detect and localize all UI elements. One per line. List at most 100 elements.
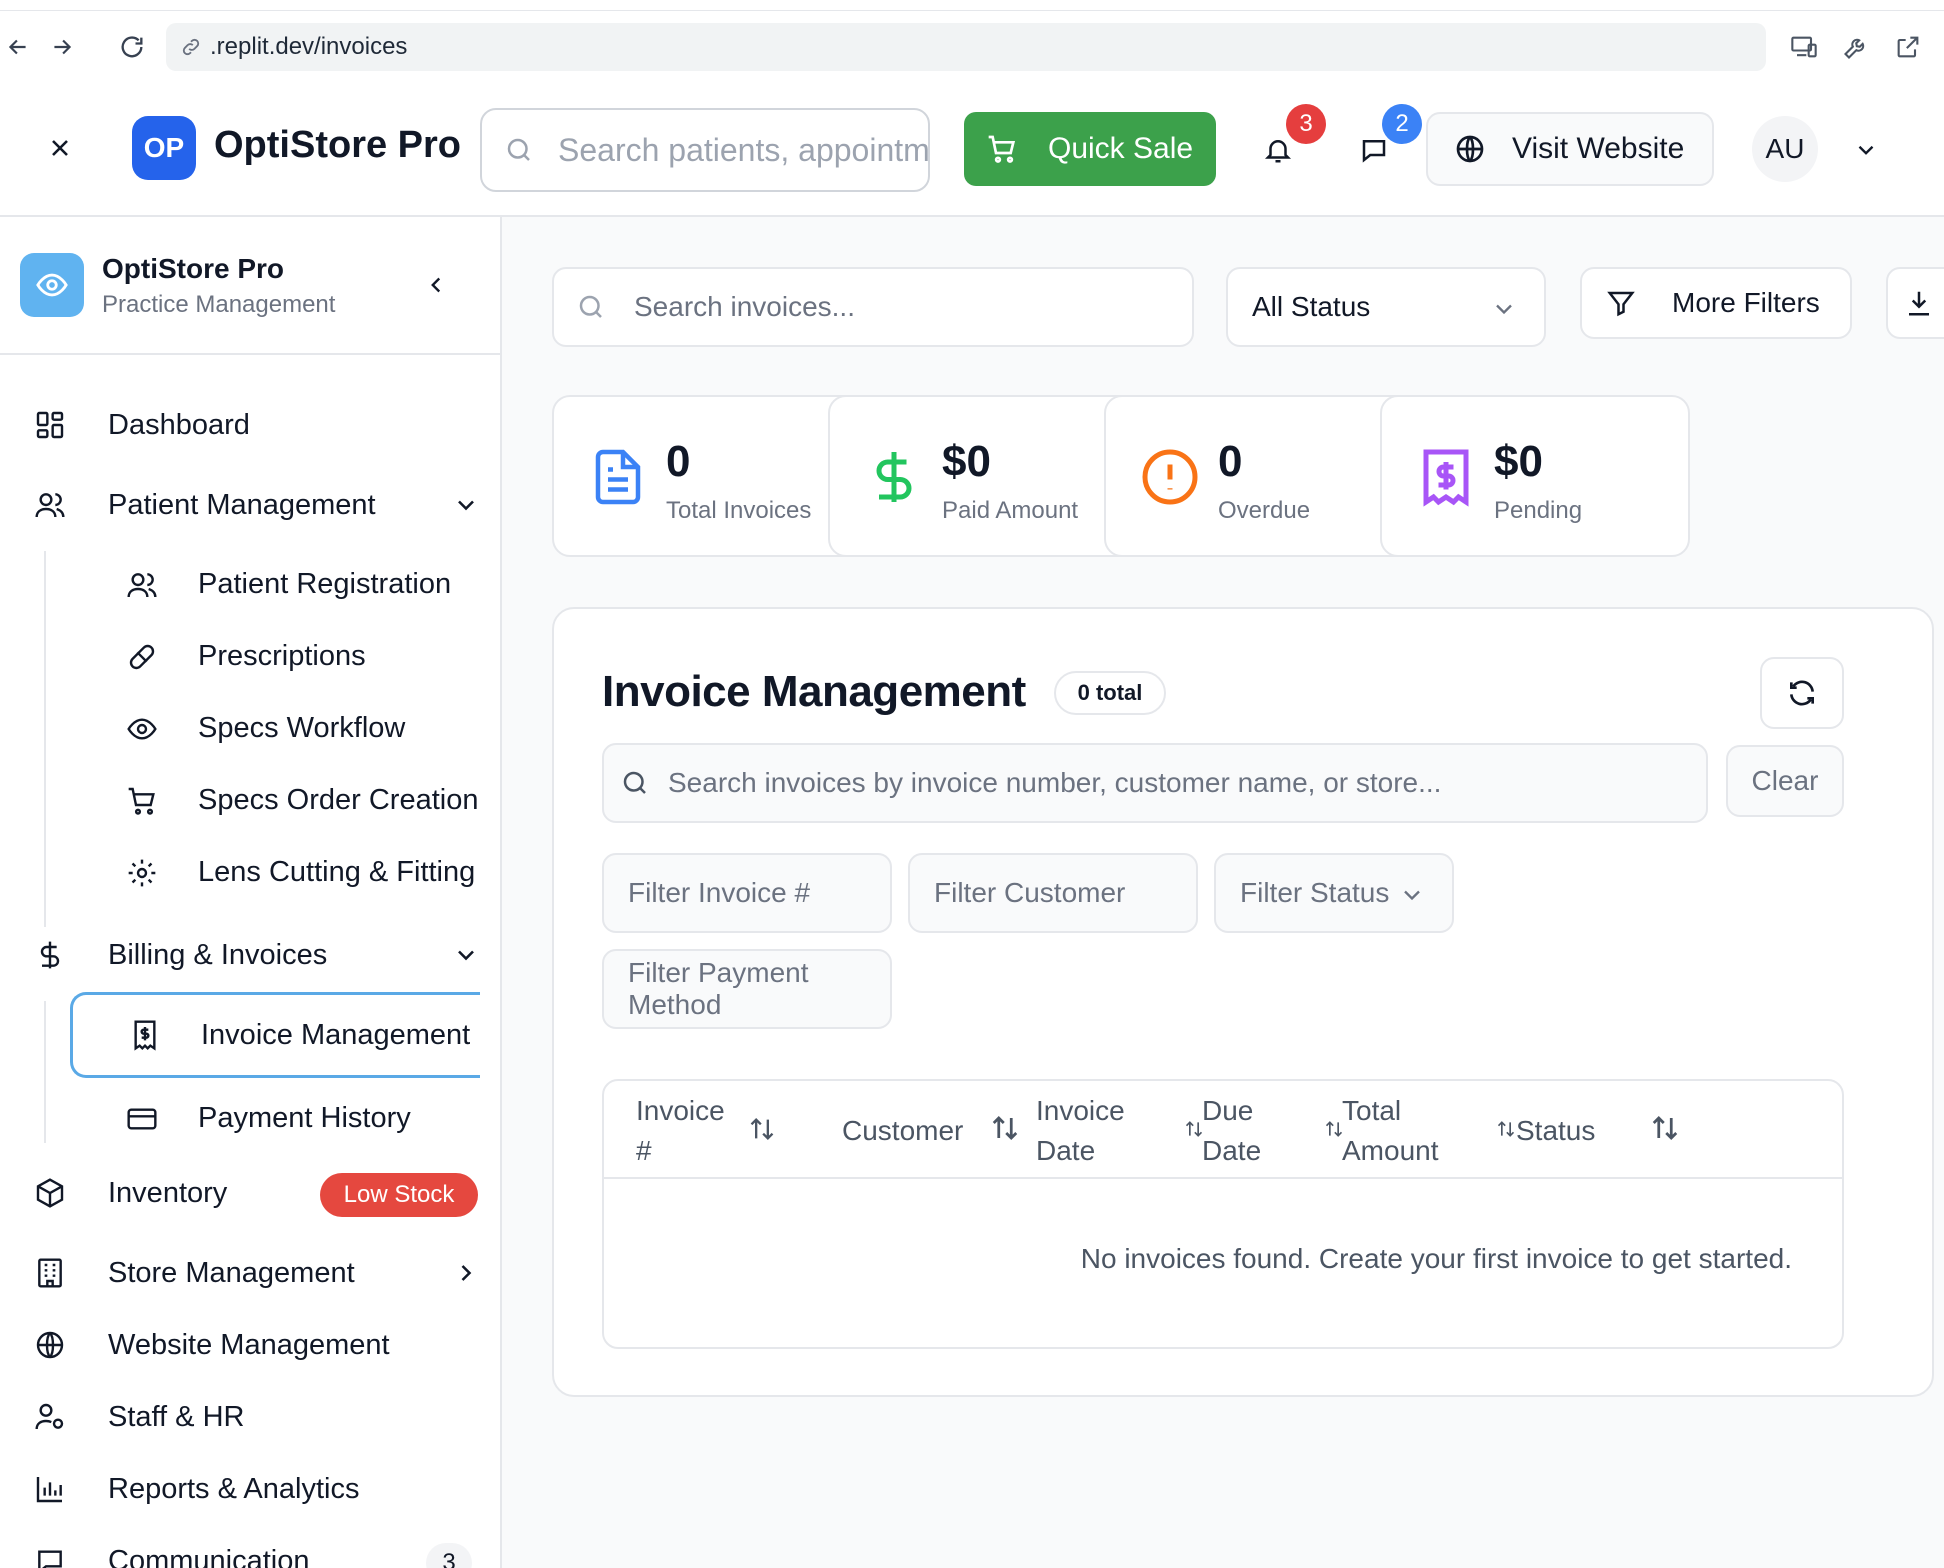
chevron-left-icon[interactable] — [418, 267, 454, 303]
sort-icon[interactable] — [748, 1115, 776, 1143]
sidebar-item-payment-history[interactable]: Payment History — [70, 1087, 480, 1151]
download-icon — [1909, 291, 1929, 316]
quick-sale-button[interactable]: Quick Sale — [964, 112, 1216, 186]
refresh-icon — [1790, 680, 1814, 706]
credit-card-icon — [127, 1108, 157, 1130]
devices-icon[interactable] — [1786, 29, 1822, 65]
chevron-down-icon — [458, 500, 474, 511]
column-label: Invoice — [1036, 1095, 1125, 1126]
column-header-status[interactable]: Status — [1516, 1111, 1595, 1151]
chevron-right-icon — [461, 1265, 472, 1281]
filter-invoice-input[interactable]: Filter Invoice # — [602, 853, 892, 933]
sidebar-item-inventory[interactable]: Inventory Low Stock — [0, 1161, 490, 1225]
sidebar-item-label: Payment History — [198, 1102, 411, 1134]
receipt-icon — [134, 1020, 156, 1051]
empty-state-message: No invoices found. Create your first inv… — [1080, 1243, 1792, 1274]
browser-toolbar: .replit.dev/invoices — [0, 10, 1944, 82]
message-icon — [38, 1550, 62, 1568]
sidebar-item-communication[interactable]: Communication 3 — [0, 1529, 490, 1568]
filter-status-select[interactable]: Filter Status — [1214, 853, 1454, 933]
column-header-invoice-date[interactable]: Invoice Date — [1036, 1091, 1125, 1171]
chevron-down-icon — [458, 950, 474, 961]
download-button[interactable] — [1886, 267, 1944, 339]
building-icon — [38, 1258, 62, 1288]
chevron-down-icon[interactable] — [1848, 132, 1884, 168]
sidebar-item-label: Dashboard — [108, 408, 250, 441]
clear-button[interactable]: Clear — [1726, 745, 1844, 817]
visit-website-button[interactable]: Visit Website — [1426, 112, 1714, 186]
sidebar-item-patient-management[interactable]: Patient Management — [0, 473, 490, 537]
sidebar-item-specs-workflow[interactable]: Specs Workflow — [70, 697, 480, 761]
refresh-button[interactable] — [1760, 657, 1844, 729]
sidebar-item-label: Billing & Invoices — [108, 938, 328, 971]
sort-icon[interactable] — [1650, 1113, 1680, 1143]
sidebar-item-specs-order-creation[interactable]: Specs Order Creation — [70, 769, 480, 833]
filter-customer-input[interactable]: Filter Customer — [908, 853, 1198, 933]
sidebar-item-label: Invoice Management — [201, 1019, 471, 1051]
sidebar-item-reports-analytics[interactable]: Reports & Analytics — [0, 1457, 490, 1521]
receipt-icon — [1423, 449, 1469, 507]
sidebar-item-label: Staff & HR — [108, 1400, 245, 1433]
sidebar-item-lens-cutting[interactable]: Lens Cutting & Fitting — [70, 841, 480, 905]
global-search-placeholder: Search patients, appointments... — [558, 131, 930, 168]
user-avatar[interactable]: AU — [1752, 116, 1818, 182]
sidebar-item-staff-hr[interactable]: Staff & HR — [0, 1385, 490, 1449]
dollar-icon — [876, 452, 912, 502]
sort-icon[interactable] — [1496, 1119, 1516, 1139]
search-icon — [507, 138, 530, 161]
file-text-icon — [595, 449, 641, 505]
app-header: OP OptiStore Pro Search patients, appoin… — [0, 82, 1944, 217]
stat-caption: Overdue — [1218, 497, 1311, 524]
sidebar-item-prescriptions[interactable]: Prescriptions — [70, 625, 480, 689]
invoice-search-input[interactable]: Search invoices... — [552, 267, 1194, 347]
column-label: Status — [1516, 1115, 1596, 1146]
stat-caption: Paid Amount — [942, 497, 1079, 524]
status-select[interactable]: All Status — [1226, 267, 1546, 347]
sort-icon[interactable] — [990, 1113, 1020, 1143]
url-bar[interactable]: .replit.dev/invoices — [166, 23, 1766, 71]
package-icon — [36, 1178, 64, 1208]
dashboard-icon — [36, 411, 64, 439]
submenu-line — [44, 1001, 46, 1143]
sidebar-item-dashboard[interactable]: Dashboard — [0, 393, 490, 457]
global-search-input[interactable]: Search patients, appointments... — [480, 108, 930, 192]
stat-caption: Pending — [1494, 497, 1583, 524]
column-label: Date — [1036, 1135, 1096, 1166]
panel-search-input[interactable]: Search invoices by invoice number, custo… — [602, 743, 1708, 823]
notifications-badge: 3 — [1286, 104, 1326, 144]
main-content: Search invoices... All Status More Filte… — [502, 217, 1944, 1568]
more-filters-button[interactable]: More Filters — [1580, 267, 1852, 339]
column-header-total-amount[interactable]: Total Amount — [1342, 1091, 1439, 1171]
filter-payment-placeholder: Filter Payment Method — [628, 957, 809, 1020]
filter-status-placeholder: Filter Status — [1240, 877, 1390, 908]
back-icon[interactable] — [0, 29, 36, 65]
open-external-icon[interactable] — [1890, 29, 1926, 65]
sidebar-item-billing-invoices[interactable]: Billing & Invoices — [0, 923, 490, 987]
sidebar-brand-title: OptiStore Pro — [102, 253, 285, 284]
sidebar-brand: OptiStore Pro Practice Management — [0, 217, 500, 355]
sidebar-item-patient-registration[interactable]: Patient Registration — [70, 553, 480, 617]
link-icon — [182, 38, 200, 56]
wrench-icon[interactable] — [1838, 29, 1874, 65]
close-icon[interactable] — [40, 128, 80, 168]
reload-icon[interactable] — [114, 29, 150, 65]
sidebar-item-store-management[interactable]: Store Management — [0, 1241, 490, 1305]
column-label: Date — [1202, 1135, 1262, 1166]
forward-icon[interactable] — [44, 29, 80, 65]
column-header-invoice[interactable]: Invoice # — [636, 1091, 725, 1171]
panel-search-placeholder: Search invoices by invoice number, custo… — [668, 767, 1442, 798]
status-select-value: All Status — [1252, 291, 1371, 322]
sidebar-item-label: Communication — [108, 1544, 310, 1568]
sidebar-item-invoice-management[interactable]: Invoice Management — [70, 992, 480, 1078]
sidebar-item-website-management[interactable]: Website Management — [0, 1313, 490, 1377]
visit-website-label: Visit Website — [1512, 132, 1685, 165]
filter-payment-method-input[interactable]: Filter Payment Method — [602, 949, 892, 1029]
cart-icon — [988, 135, 1016, 163]
sort-icon[interactable] — [1184, 1119, 1204, 1139]
sort-icon[interactable] — [1324, 1119, 1344, 1139]
quick-sale-label: Quick Sale — [1048, 132, 1194, 165]
sidebar-item-label: Patient Registration — [198, 568, 452, 600]
column-header-customer[interactable]: Customer — [842, 1111, 963, 1151]
column-header-due-date[interactable]: Due Date — [1202, 1091, 1261, 1171]
column-label: Total — [1342, 1095, 1402, 1126]
